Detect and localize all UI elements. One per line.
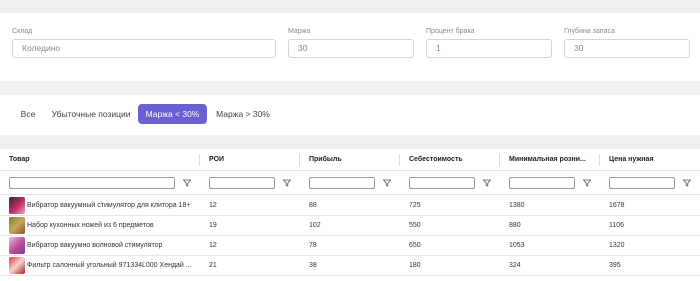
- col-header-price[interactable]: Цена нужная: [609, 149, 694, 170]
- profit-value: 88: [309, 202, 317, 209]
- product-name: Вибратор вакуумно волновой стимулятор: [27, 242, 163, 249]
- cost-value: 180: [409, 262, 421, 269]
- cost-value: 550: [409, 222, 421, 229]
- min-retail-filter-input[interactable]: [509, 177, 575, 189]
- price-value: 1320: [609, 242, 625, 249]
- product-filter-input[interactable]: [9, 177, 175, 189]
- table-header: Товар РОИ Прибыль Себестоимость Минималь…: [0, 149, 700, 171]
- roi-filter-input[interactable]: [209, 177, 275, 189]
- min-retail-value: 324: [509, 262, 521, 269]
- column-divider[interactable]: [599, 154, 600, 166]
- table-row[interactable]: Фильтр салонный угольный 971334L000 Хенд…: [0, 256, 700, 276]
- filters-panel: Склад Коледино Маржа 30 Процент брака 1 …: [0, 13, 700, 81]
- price-value: 395: [609, 262, 621, 269]
- column-divider[interactable]: [399, 154, 400, 166]
- profit-filter-input[interactable]: [309, 177, 375, 189]
- funnel-icon[interactable]: [483, 179, 491, 187]
- min-retail-value: 1380: [509, 202, 525, 209]
- margin-field: Маржа 30: [288, 27, 414, 58]
- margin-input[interactable]: 30: [288, 39, 414, 58]
- funnel-icon[interactable]: [183, 179, 191, 187]
- tab-unprofitable[interactable]: Убыточные позиции: [50, 104, 132, 124]
- roi-value: 19: [209, 222, 217, 229]
- price-value: 1678: [609, 202, 625, 209]
- funnel-icon[interactable]: [383, 179, 391, 187]
- margin-label: Маржа: [288, 28, 311, 35]
- product-thumbnail: [9, 197, 25, 214]
- tab-all[interactable]: Все: [14, 104, 42, 124]
- table-row[interactable]: Вибратор вакуумно волновой стимулятор 12…: [0, 236, 700, 256]
- defect-percent-field: Процент брака 1: [426, 27, 552, 58]
- profit-value: 78: [309, 242, 317, 249]
- funnel-icon[interactable]: [683, 179, 691, 187]
- tabs-bar: Все Убыточные позиции Маржа < 30% Маржа …: [0, 95, 700, 135]
- product-thumbnail: [9, 257, 25, 274]
- product-thumbnail: [9, 237, 25, 254]
- profit-value: 102: [309, 222, 321, 229]
- column-divider[interactable]: [299, 154, 300, 166]
- roi-value: 21: [209, 262, 217, 269]
- warehouse-select[interactable]: Коледино: [12, 39, 276, 58]
- cost-filter-input[interactable]: [409, 177, 475, 189]
- roi-value: 12: [209, 242, 217, 249]
- min-retail-value: 880: [509, 222, 521, 229]
- stock-depth-label: Глубина запаса: [564, 28, 615, 35]
- funnel-icon[interactable]: [283, 179, 291, 187]
- product-name: Вибратор вакуумный стимулятор для клитор…: [27, 202, 191, 209]
- defect-percent-input[interactable]: 1: [426, 39, 552, 58]
- table-row[interactable]: Вибратор вакуумный стимулятор для клитор…: [0, 196, 700, 216]
- price-filter-input[interactable]: [609, 177, 675, 189]
- funnel-icon[interactable]: [583, 179, 591, 187]
- table-filter-row: [0, 171, 700, 195]
- roi-value: 12: [209, 202, 217, 209]
- col-header-roi[interactable]: РОИ: [209, 149, 294, 170]
- table-row[interactable]: Набор кухонных ножей из 6 предметов 19 1…: [0, 216, 700, 236]
- col-header-product[interactable]: Товар: [9, 149, 189, 170]
- column-divider[interactable]: [199, 154, 200, 166]
- col-header-profit[interactable]: Прибыль: [309, 149, 394, 170]
- col-header-min-retail[interactable]: Минимальная розни...: [509, 149, 593, 170]
- stock-depth-field: Глубина запаса 30: [564, 27, 690, 58]
- cost-value: 725: [409, 202, 421, 209]
- price-value: 1106: [609, 222, 625, 229]
- defect-percent-label: Процент брака: [426, 28, 475, 35]
- tab-margin-above-30[interactable]: Маржа > 30%: [212, 104, 274, 124]
- stock-depth-input[interactable]: 30: [564, 39, 690, 58]
- profit-value: 38: [309, 262, 317, 269]
- cost-value: 650: [409, 242, 421, 249]
- products-table: Товар РОИ Прибыль Себестоимость Минималь…: [0, 149, 700, 281]
- col-header-cost[interactable]: Себестоимость: [409, 149, 494, 170]
- product-thumbnail: [9, 217, 25, 234]
- min-retail-value: 1053: [509, 242, 525, 249]
- product-name: Набор кухонных ножей из 6 предметов: [27, 222, 154, 229]
- tab-margin-below-30[interactable]: Маржа < 30%: [138, 104, 207, 124]
- warehouse-field: Склад Коледино: [12, 27, 276, 58]
- column-divider[interactable]: [499, 154, 500, 166]
- warehouse-label: Склад: [12, 28, 33, 35]
- product-name: Фильтр салонный угольный 971334L000 Хенд…: [27, 262, 192, 269]
